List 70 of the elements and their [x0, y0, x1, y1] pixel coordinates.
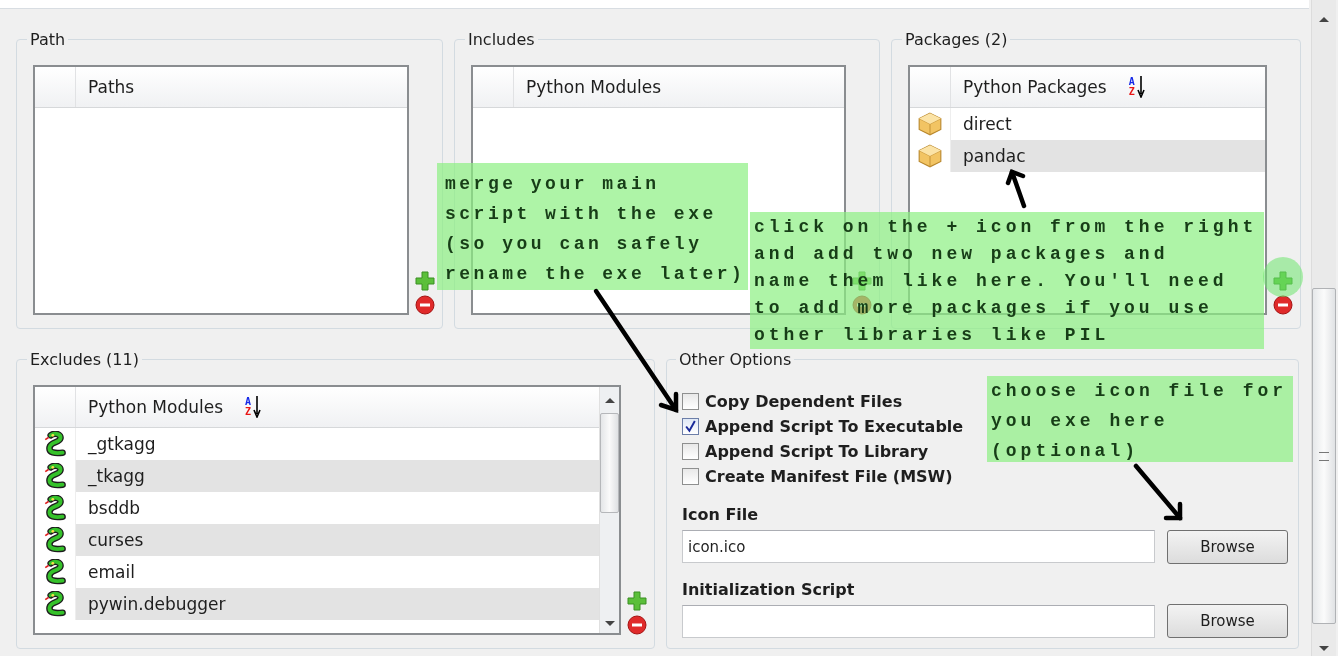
- browse-button[interactable]: Browse: [1167, 604, 1288, 638]
- scrollbar[interactable]: [1311, 0, 1336, 656]
- down-arrow-icon[interactable]: [1136, 76, 1145, 98]
- field-label: Initialization Script: [682, 579, 856, 601]
- scroll-up-icon[interactable]: [1319, 16, 1329, 22]
- checkbox-label[interactable]: Append Script To Library: [705, 442, 929, 461]
- pointer-arrow: [1133, 463, 1183, 521]
- module-name: _tkagg: [88, 466, 145, 486]
- scroll-down-icon[interactable]: [604, 621, 615, 627]
- list-row[interactable]: _tkagg: [35, 460, 599, 492]
- browse-button[interactable]: Browse: [1167, 529, 1288, 564]
- snake-icon: [42, 431, 68, 457]
- list-row[interactable]: bsddb: [35, 492, 599, 524]
- group-title: Path: [29, 30, 67, 49]
- snake-icon: [42, 559, 68, 585]
- snake-icon: [42, 495, 68, 521]
- checkbox[interactable]: [682, 443, 699, 460]
- module-name: pywin.debugger: [88, 594, 226, 614]
- remove-icon[interactable]: [627, 615, 647, 635]
- checkbox-label[interactable]: Create Manifest File (MSW): [705, 467, 953, 486]
- group-title: Includes: [467, 30, 536, 49]
- list-row[interactable]: pandac: [910, 140, 1265, 172]
- input-field[interactable]: icon.ico: [682, 530, 1155, 563]
- snake-icon: [42, 591, 68, 617]
- scroll-down-icon[interactable]: [1319, 646, 1329, 652]
- checkbox-label[interactable]: Append Script To Executable: [705, 417, 964, 436]
- package-name: direct: [963, 114, 1012, 134]
- module-name: email: [88, 562, 135, 582]
- header-label: Python Packages: [963, 77, 1107, 97]
- checkbox-label[interactable]: Copy Dependent Files: [705, 392, 903, 411]
- highlight-circle: [1263, 257, 1303, 297]
- list-row[interactable]: direct: [910, 108, 1265, 140]
- list-box[interactable]: Paths: [33, 65, 409, 315]
- module-name: _gtkagg: [88, 434, 156, 454]
- checkbox[interactable]: [682, 418, 699, 435]
- input-field[interactable]: [682, 604, 1155, 638]
- snake-icon: [42, 463, 68, 489]
- pointer-arrow: [1005, 169, 1027, 209]
- list-box[interactable]: Python Modules A Z _gtkagg _tkagg bsddb curses email pywin.debugger: [33, 385, 621, 635]
- scroll-thumb[interactable]: [600, 413, 619, 513]
- checkbox[interactable]: [682, 468, 699, 485]
- scroll-thumb[interactable]: [1312, 288, 1336, 624]
- remove-icon[interactable]: [1273, 295, 1293, 315]
- header-label: Python Modules: [526, 77, 661, 97]
- module-name: bsddb: [88, 498, 141, 518]
- sort-letters[interactable]: A Z: [245, 397, 252, 417]
- checkbox[interactable]: [682, 393, 699, 410]
- box-icon: [917, 111, 943, 137]
- list-row[interactable]: email: [35, 556, 599, 588]
- list-row[interactable]: pywin.debugger: [35, 588, 599, 620]
- scrollbar[interactable]: [599, 387, 619, 633]
- group-title: Excludes (11): [29, 350, 140, 369]
- sort-letters[interactable]: A Z: [1128, 77, 1135, 97]
- package-name: pandac: [963, 146, 1026, 166]
- module-name: curses: [88, 530, 144, 550]
- down-arrow-icon[interactable]: [253, 396, 262, 418]
- list-row[interactable]: curses: [35, 524, 599, 556]
- box-icon: [917, 143, 943, 169]
- scroll-up-icon[interactable]: [604, 397, 615, 403]
- list-row[interactable]: _gtkagg: [35, 428, 599, 460]
- annotation-tooltip: choose icon file for you exe here (optional): [987, 376, 1293, 462]
- snake-icon: [42, 527, 68, 553]
- header-label: Python Modules: [88, 397, 223, 417]
- header-label: Paths: [88, 77, 135, 97]
- field-label: Icon File: [682, 505, 760, 526]
- group-title: Other Options: [678, 350, 793, 369]
- group-title: Packages (2): [904, 30, 1009, 49]
- remove-icon[interactable]: [415, 295, 435, 315]
- annotation-tooltip: click on the + icon from the right and add two new packages and name them like here. You'll need to add more packages if you use other libraries like PIL: [750, 212, 1264, 349]
- annotation-tooltip: merge your main script with the exe (so you can safely rename the exe later): [437, 163, 748, 290]
